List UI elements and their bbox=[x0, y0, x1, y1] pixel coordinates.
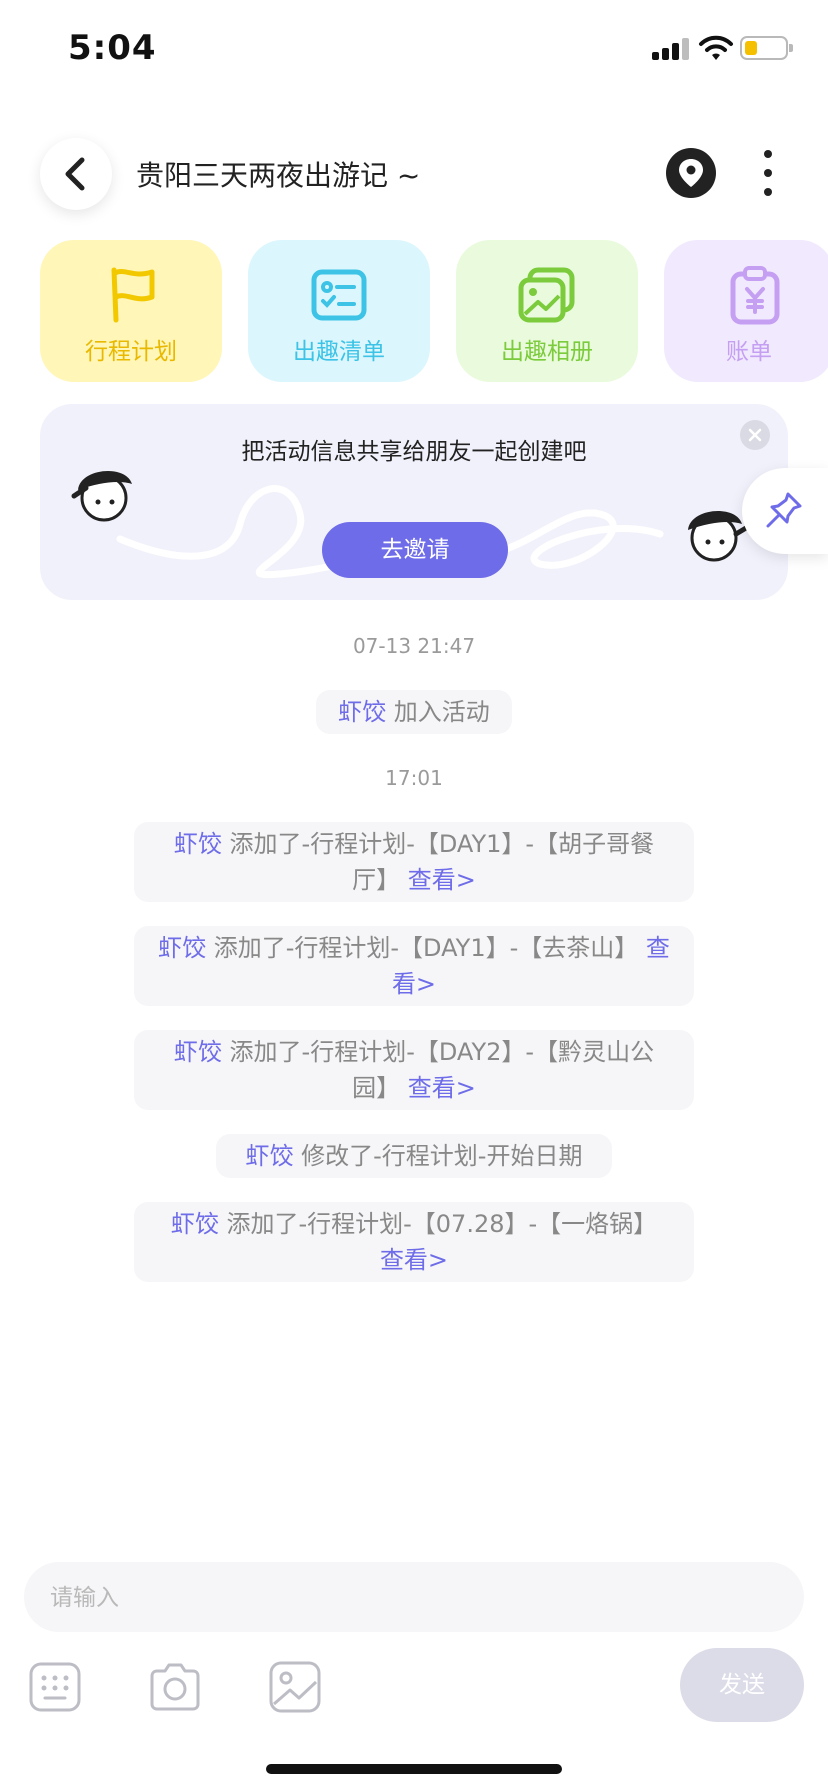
view-link[interactable]: 查看> bbox=[408, 1074, 476, 1102]
camera-button[interactable] bbox=[148, 1660, 202, 1714]
banner-message: 把活动信息共享给朋友一起创建吧 bbox=[241, 439, 587, 465]
tile-label: 行程计划 bbox=[85, 339, 177, 365]
mascot-icon bbox=[71, 471, 132, 522]
cellular-signal-icon bbox=[652, 38, 692, 60]
mascot-icon bbox=[688, 511, 749, 562]
send-button[interactable]: 发送 bbox=[680, 1648, 804, 1722]
system-message: 虾饺 添加了-行程计划-【DAY2】-【黔灵山公园】 查看> bbox=[134, 1030, 694, 1110]
message-user[interactable]: 虾饺 bbox=[158, 934, 206, 962]
tile-checklist[interactable]: 出趣清单 bbox=[248, 240, 430, 382]
message-user[interactable]: 虾饺 bbox=[174, 1038, 222, 1066]
message-text: 加入活动 bbox=[386, 698, 490, 726]
pin-button[interactable] bbox=[742, 468, 828, 554]
status-time: 5:04 bbox=[68, 28, 157, 68]
message-user[interactable]: 虾饺 bbox=[174, 830, 222, 858]
back-button[interactable] bbox=[40, 138, 112, 210]
bill-clipboard-icon bbox=[730, 266, 780, 325]
location-button[interactable] bbox=[666, 148, 716, 198]
pin-icon bbox=[766, 492, 802, 528]
message-text: 添加了-行程计划-【07.28】-【一烙锅】 bbox=[218, 1210, 658, 1238]
close-icon bbox=[748, 428, 762, 442]
tile-label: 出趣清单 bbox=[293, 339, 385, 365]
tile-label: 账单 bbox=[726, 339, 772, 365]
tile-itinerary[interactable]: 行程计划 bbox=[40, 240, 222, 382]
chevron-left-icon bbox=[65, 157, 85, 191]
battery-icon bbox=[740, 36, 793, 60]
wifi-icon bbox=[698, 34, 734, 62]
view-link[interactable]: 查看> bbox=[408, 866, 476, 894]
timestamp: 17:01 bbox=[385, 766, 443, 790]
message-user[interactable]: 虾饺 bbox=[246, 1142, 294, 1170]
page-title: 贵阳三天两夜出游记 ~ bbox=[136, 159, 421, 192]
timestamp: 07-13 21:47 bbox=[352, 634, 476, 658]
message-user[interactable]: 虾饺 bbox=[338, 698, 386, 726]
location-pin-icon bbox=[679, 159, 703, 187]
invite-button[interactable]: 去邀请 bbox=[322, 522, 508, 578]
home-indicator bbox=[266, 1764, 562, 1774]
flag-icon bbox=[111, 267, 155, 323]
system-message: 虾饺 修改了-行程计划-开始日期 bbox=[216, 1134, 612, 1178]
message-input-box[interactable] bbox=[24, 1562, 804, 1634]
invite-banner: 把活动信息共享给朋友一起创建吧 去邀请 bbox=[40, 404, 788, 600]
gallery-button[interactable] bbox=[268, 1660, 322, 1714]
system-message: 虾饺 添加了-行程计划-【07.28】-【一烙锅】 查看> bbox=[134, 1202, 694, 1282]
tile-album[interactable]: 出趣相册 bbox=[456, 240, 638, 382]
checklist-card-icon bbox=[311, 269, 367, 321]
keyboard-icon bbox=[29, 1662, 81, 1712]
tile-label: 出趣相册 bbox=[501, 339, 593, 365]
system-message: 虾饺 加入活动 bbox=[316, 690, 512, 734]
view-link[interactable]: 查看> bbox=[380, 1246, 448, 1274]
image-icon bbox=[269, 1661, 321, 1713]
tile-bill[interactable]: 账单 bbox=[664, 240, 828, 382]
keyboard-button[interactable] bbox=[28, 1660, 82, 1714]
more-options-button[interactable] bbox=[752, 148, 782, 198]
banner-close-button[interactable] bbox=[740, 420, 770, 450]
system-message: 虾饺 添加了-行程计划-【DAY1】-【去茶山】 查看> bbox=[134, 926, 694, 1006]
message-text: 添加了-行程计划-【DAY1】-【去茶山】 bbox=[206, 934, 639, 962]
message-text: 修改了-行程计划-开始日期 bbox=[293, 1142, 583, 1170]
camera-icon bbox=[150, 1663, 200, 1711]
system-message: 虾饺 添加了-行程计划-【DAY1】-【胡子哥餐厅】 查看> bbox=[134, 822, 694, 902]
photo-album-icon bbox=[518, 267, 575, 323]
message-input[interactable] bbox=[48, 1562, 772, 1634]
message-user[interactable]: 虾饺 bbox=[171, 1210, 219, 1238]
